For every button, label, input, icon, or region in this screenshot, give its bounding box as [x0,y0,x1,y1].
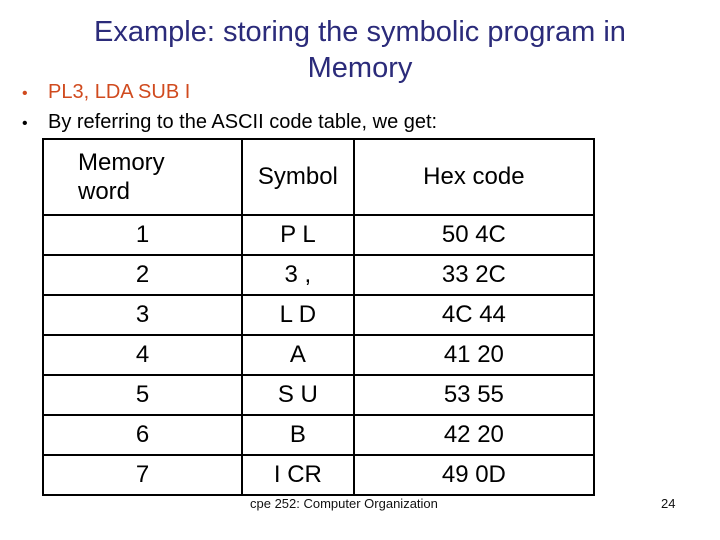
bullet-icon: • [22,85,28,102]
cell-symbol: S U [241,374,355,416]
header-memory-word: Memory word [41,138,244,216]
header-memory-line1: Memory [78,149,165,176]
footer-text: cpe 252: Computer Organization [250,496,438,511]
cell-symbol: I CR [241,454,355,496]
header-memory-line2: word [78,178,131,205]
table-row: 7I CR 49 0D [41,454,596,496]
table-row: 5S U 53 55 [41,374,596,416]
cell-symbol: L D [241,294,355,336]
cell-hex-code: 50 4C [352,214,596,256]
table-row: 4 A 41 20 [41,334,596,376]
title-line-1: Example: storing the symbolic program in [94,16,626,48]
header-symbol: Symbol [241,138,355,216]
cell-memory-word: 4 [41,334,244,376]
cell-hex-code: 33 2C [352,254,596,296]
bullet-item: • By referring to the ASCII code table, … [20,107,437,137]
cell-hex-code: 42 20 [352,414,596,456]
cell-hex-code: 53 55 [352,374,596,416]
cell-symbol: P L [241,214,355,256]
slide-title: Example: storing the symbolic program in… [0,14,720,86]
cell-symbol: B [241,414,355,456]
bullet-item: • PL3, LDA SUB I [20,77,437,107]
table-row: 23 , 33 2C [41,254,596,296]
ascii-memory-table: Memory word Symbol Hex code 1P L 50 4C 2 3 … [41,138,596,496]
table-row: 6 B 42 20 [41,414,596,456]
cell-memory-word: 7 [41,454,244,496]
cell-memory-word: 1 [41,214,244,256]
header-hex-code: Hex code [352,138,596,216]
page-number: 24 [661,496,676,511]
cell-hex-code: 41 20 [352,334,596,376]
cell-symbol: 3 , [241,254,355,296]
bullet-text: By referring to the ASCII code table, we… [48,111,438,133]
cell-hex-code: 49 0D [352,454,596,496]
cell-memory-word: 5 [41,374,244,416]
cell-memory-word: 6 [41,414,244,456]
cell-hex-code: 4C 44 [352,294,596,336]
bullet-text: PL3, LDA SUB I [48,81,191,103]
table-row: 1P L 50 4C [41,214,596,256]
table-header-row: Memory word Symbol Hex code [41,138,596,216]
bullet-list: • PL3, LDA SUB I • By referring to the A… [20,77,437,137]
bullet-icon: • [22,115,28,132]
table-row: 3L D 4C 44 [41,294,596,336]
cell-symbol: A [241,334,355,376]
cell-memory-word: 2 [41,254,244,296]
cell-memory-word: 3 [41,294,244,336]
